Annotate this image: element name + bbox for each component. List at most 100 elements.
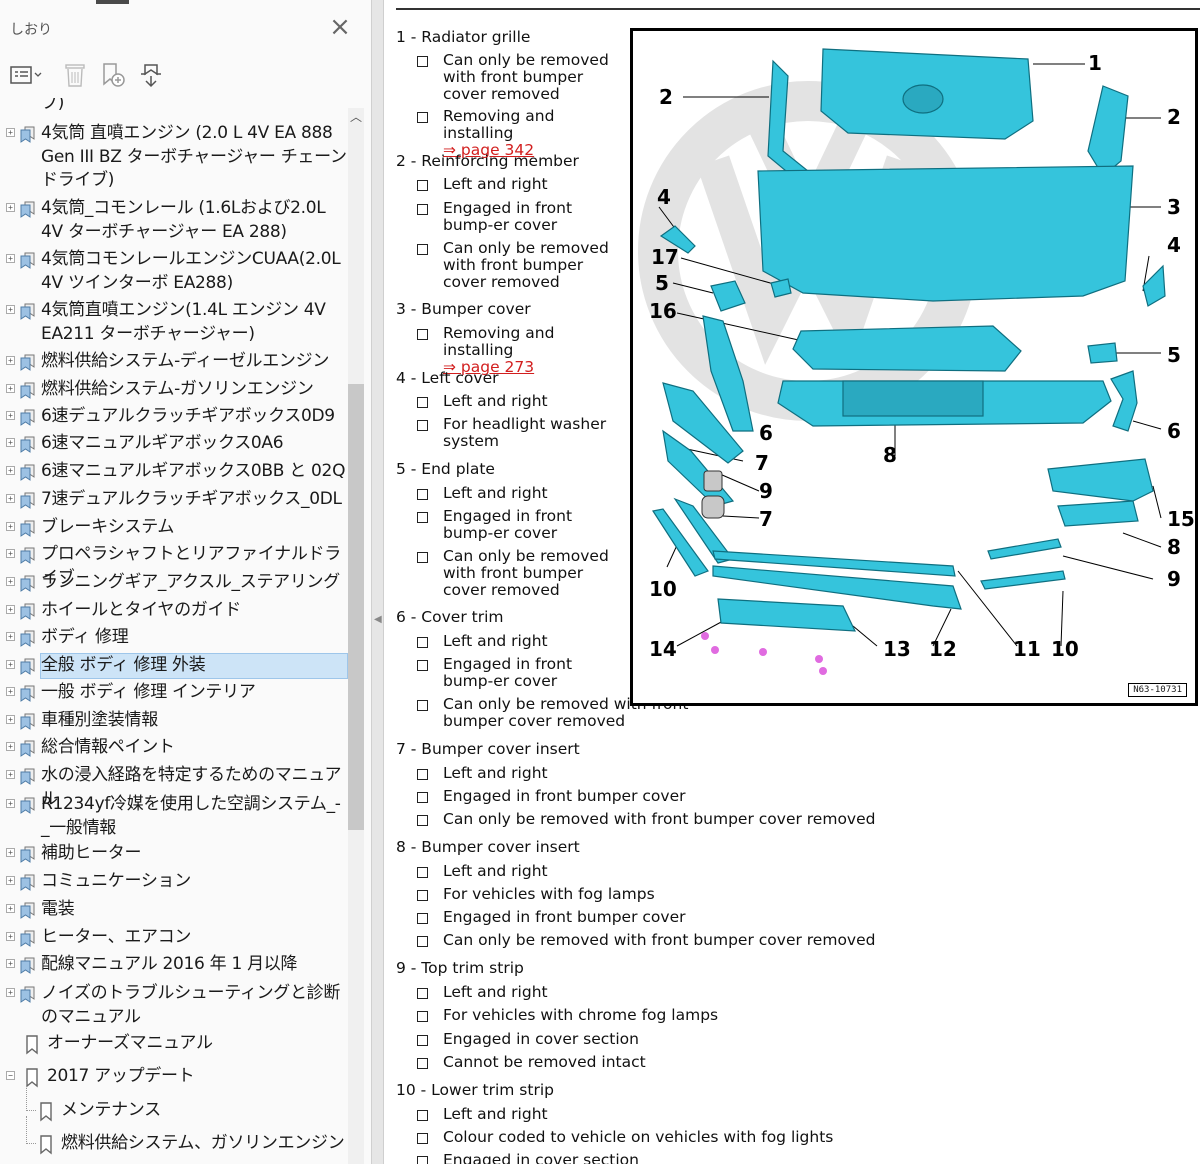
checkbox-bullet-icon bbox=[417, 1035, 428, 1046]
bookmark-label: ブ) bbox=[41, 98, 65, 113]
callout-number: 8 bbox=[883, 443, 897, 467]
expand-toggle-icon[interactable]: + bbox=[6, 932, 15, 941]
panel-title: しおり bbox=[10, 22, 52, 38]
expand-toggle-icon[interactable]: + bbox=[6, 660, 15, 669]
checkbox-bullet-icon bbox=[417, 792, 428, 803]
legend-item: Engaged in front bump-er cover bbox=[443, 508, 623, 542]
expand-toggle-icon[interactable]: + bbox=[6, 522, 15, 531]
expand-toggle-icon[interactable]: + bbox=[6, 577, 15, 586]
legend-item-text: Left and right bbox=[443, 484, 548, 502]
scroll-up-arrow-icon[interactable]: ︿ bbox=[350, 108, 362, 124]
bookmark-item[interactable]: + コミュニケーション bbox=[0, 870, 348, 896]
bookmarks-toolbar bbox=[0, 52, 372, 98]
bookmark-item[interactable]: + ヒーター、エアコン bbox=[0, 926, 348, 952]
bookmark-item[interactable]: − 2017 アップデート bbox=[0, 1065, 348, 1091]
bookmark-item[interactable]: + 補助ヒーター bbox=[0, 842, 348, 868]
legend-item: For headlight washer system bbox=[443, 416, 623, 450]
expand-toggle-icon[interactable]: + bbox=[6, 959, 15, 968]
callout-number: 7 bbox=[755, 451, 769, 475]
bookmark-item[interactable]: + 全般 ボディ 修理 外装 bbox=[0, 653, 348, 680]
bookmark-label: ブレーキシステム bbox=[41, 517, 175, 537]
bookmark-item[interactable]: + ランニングギア_アクスル_ステアリング bbox=[0, 571, 348, 597]
document-page: 1 - Radiator grille Can only be removed w… bbox=[385, 0, 1200, 1164]
bookmark-stack-icon bbox=[19, 302, 37, 324]
bookmark-label: 4気筒コモンレールエンジンCUAA(2.0L 4V ツインターボ EA288) bbox=[41, 249, 341, 293]
expand-toggle-icon[interactable]: + bbox=[6, 305, 15, 314]
bookmark-item[interactable]: ブ) bbox=[0, 98, 348, 118]
expand-toggle-icon[interactable]: + bbox=[6, 742, 15, 751]
expand-toggle-icon[interactable]: + bbox=[6, 384, 15, 393]
expand-toggle-icon[interactable]: + bbox=[6, 254, 15, 263]
expand-toggle-icon[interactable]: + bbox=[6, 904, 15, 913]
bookmark-item[interactable]: + 燃料供給システム-ディーゼルエンジン bbox=[0, 350, 348, 376]
legend-entry-title: 4 - Left cover bbox=[396, 369, 499, 387]
bookmark-item[interactable]: 燃料供給システム、ガソリンエンジン bbox=[0, 1116, 348, 1158]
expand-toggle-icon[interactable]: + bbox=[6, 770, 15, 779]
expand-toggle-icon[interactable]: + bbox=[6, 715, 15, 724]
expand-toggle-icon[interactable]: + bbox=[6, 848, 15, 857]
bookmark-item[interactable]: +6速マニュアルギアボックス0BB と 02Q bbox=[0, 460, 348, 486]
bookmark-item[interactable]: + 総合情報ペイント bbox=[0, 736, 348, 762]
legend-item: Left and right bbox=[443, 176, 623, 193]
expand-toggle-icon[interactable]: + bbox=[6, 876, 15, 885]
expand-toggle-icon[interactable]: + bbox=[6, 605, 15, 614]
panel-scrollbar[interactable]: ︿ bbox=[348, 108, 364, 1164]
expand-toggle-icon[interactable]: + bbox=[6, 411, 15, 420]
bookmark-item[interactable]: + 一般 ボディ 修理 インテリア bbox=[0, 681, 348, 707]
expand-toggle-icon[interactable]: + bbox=[6, 128, 15, 137]
add-bookmark-icon[interactable] bbox=[98, 60, 128, 90]
bookmark-stack-icon bbox=[19, 574, 37, 596]
expand-toggle-icon[interactable]: + bbox=[6, 438, 15, 447]
legend-item: Left and right bbox=[443, 393, 623, 410]
bookmark-item[interactable]: +4気筒 直噴エンジン (2.0 L 4V EA 888 Gen III BZ … bbox=[0, 122, 348, 195]
callout-number: 12 bbox=[929, 637, 957, 661]
bookmark-label: 2017 アップデート bbox=[47, 1066, 195, 1086]
legend-item: Engaged in front bumper cover bbox=[443, 909, 1003, 926]
expand-toggle-icon[interactable]: + bbox=[6, 549, 15, 558]
options-menu-icon[interactable] bbox=[8, 60, 44, 90]
trash-icon[interactable] bbox=[60, 60, 90, 90]
bookmark-item[interactable]: + 配線マニュアル 2016 年 1 月以降 bbox=[0, 953, 348, 979]
bookmark-item[interactable]: + ノイズのトラブルシューティングと診断のマニュアル bbox=[0, 982, 348, 1031]
legend-entry-title: 3 - Bumper cover bbox=[396, 300, 531, 318]
expand-toggle-icon[interactable]: + bbox=[6, 799, 15, 808]
expand-toggle-icon[interactable]: + bbox=[6, 632, 15, 641]
bookmark-item[interactable]: + 燃料供給システム-ガソリンエンジン bbox=[0, 378, 348, 404]
bookmark-item[interactable]: +4気筒_コモンレール (1.6Lおよび2.0L 4V ターボチャージャー EA… bbox=[0, 197, 348, 246]
close-icon[interactable]: × bbox=[326, 14, 354, 42]
bookmark-item[interactable]: オーナーズマニュアル bbox=[0, 1032, 348, 1058]
bookmark-item[interactable]: +6速マニュアルギアボックス0A6 bbox=[0, 432, 348, 458]
expand-bookmark-icon[interactable] bbox=[136, 60, 166, 90]
callout-number: 16 bbox=[649, 299, 677, 323]
bookmark-icon bbox=[39, 1102, 53, 1126]
panel-splitter[interactable]: ◀ bbox=[372, 0, 384, 1164]
bookmark-item[interactable]: + プロペラシャフトとリアファイナルドライブ bbox=[0, 543, 348, 588]
expand-toggle-icon[interactable]: + bbox=[6, 494, 15, 503]
bookmark-item[interactable]: + ホイールとタイヤのガイド bbox=[0, 599, 348, 625]
bookmark-item[interactable]: + ボディ 修理 bbox=[0, 626, 348, 652]
expand-toggle-icon[interactable]: + bbox=[6, 356, 15, 365]
bookmark-stack-icon bbox=[19, 602, 37, 624]
bookmark-item[interactable]: +7速デュアルクラッチギアボックス_0DL bbox=[0, 488, 348, 514]
bookmark-label: 全般 ボディ 修理 外装 bbox=[40, 653, 348, 679]
expand-toggle-icon[interactable]: + bbox=[6, 988, 15, 997]
bookmark-item[interactable]: + 水の浸入経路を特定するためのマニュアル bbox=[0, 764, 348, 809]
bookmark-item[interactable]: + R1234yf冷媒を使用した空調システム_-_一般情報 bbox=[0, 793, 348, 842]
collapse-toggle-icon[interactable]: − bbox=[6, 1071, 15, 1080]
bookmark-item[interactable]: +4気筒直噴エンジン(1.4L エンジン 4V EA211 ターボチャージャー) bbox=[0, 299, 348, 348]
bookmark-item[interactable]: + ブレーキシステム bbox=[0, 516, 348, 542]
callout-number: 1 bbox=[1088, 51, 1102, 75]
bookmark-item[interactable]: + 電装 bbox=[0, 898, 348, 924]
expand-toggle-icon[interactable]: + bbox=[6, 466, 15, 475]
bookmark-label: R1234yf冷媒を使用した空調システム_-_一般情報 bbox=[41, 794, 341, 838]
legend-item-text: Can only be removed with front bumper co… bbox=[443, 239, 609, 291]
scroll-thumb[interactable] bbox=[348, 384, 364, 830]
bookmark-item[interactable]: メンテナンス bbox=[0, 1083, 348, 1126]
bookmark-icon bbox=[25, 1035, 39, 1059]
bookmark-item[interactable]: +4気筒コモンレールエンジンCUAA(2.0L 4V ツインターボ EA288) bbox=[0, 248, 348, 297]
collapse-arrow-icon[interactable]: ◀ bbox=[374, 614, 382, 625]
expand-toggle-icon[interactable]: + bbox=[6, 203, 15, 212]
expand-toggle-icon[interactable]: + bbox=[6, 687, 15, 696]
bookmark-item[interactable]: + 車種別塗装情報 bbox=[0, 709, 348, 735]
bookmark-item[interactable]: +6速デュアルクラッチギアボックス0D9 bbox=[0, 405, 348, 431]
